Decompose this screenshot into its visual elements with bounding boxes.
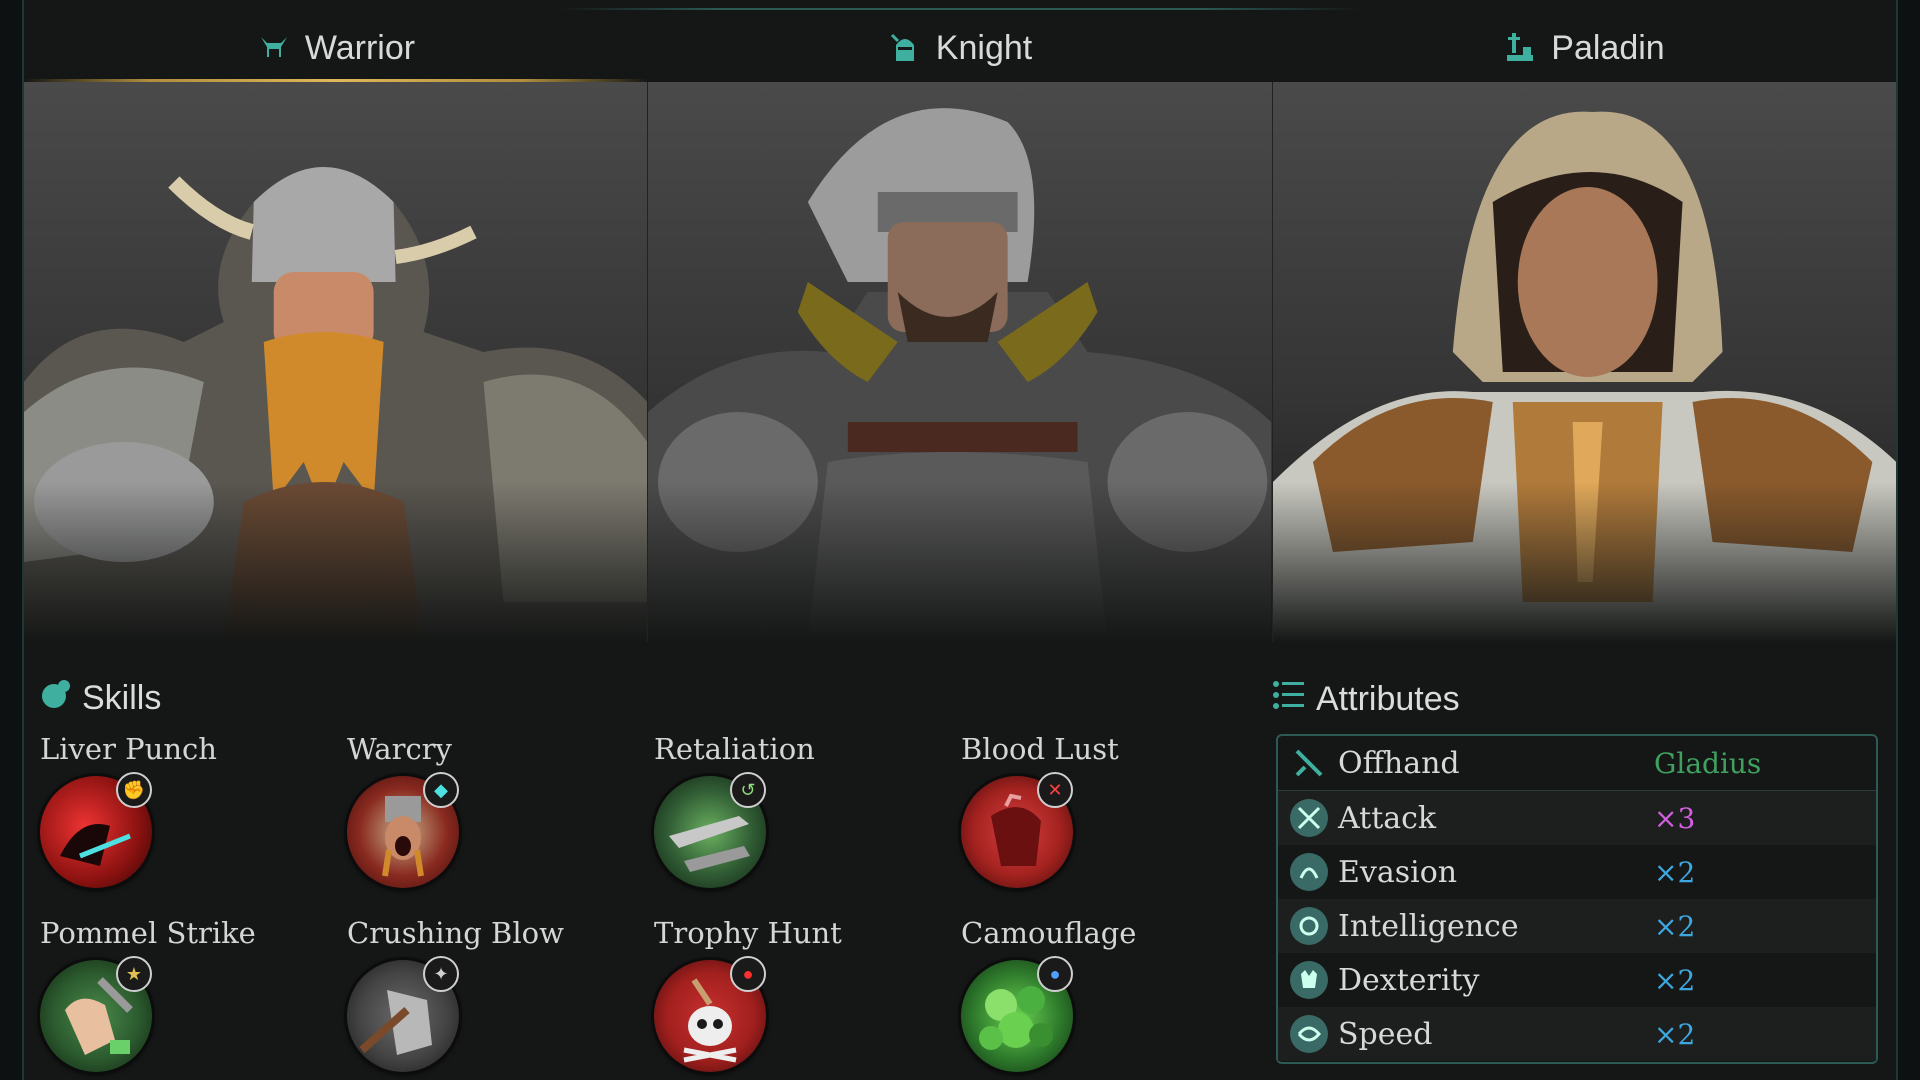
- paladin-portrait[interactable]: [1272, 82, 1896, 642]
- skill-name: Blood Lust: [961, 732, 1119, 766]
- evasion-icon: [1290, 853, 1328, 891]
- water-drop-badge-icon: ●: [1037, 956, 1073, 992]
- speed-icon: [1290, 1015, 1328, 1053]
- mind-badge-icon: ◆: [423, 772, 459, 808]
- attribute-row-offhand: Offhand Gladius: [1278, 736, 1876, 790]
- skills-icon: [40, 678, 72, 719]
- class-tabs: Warrior Knight Paladin: [24, 14, 1896, 82]
- dexterity-icon: [1290, 961, 1328, 999]
- top-divider: [560, 8, 1360, 10]
- attribute-label: Speed: [1338, 1016, 1433, 1052]
- skill-crushing-blow[interactable]: Crushing Blow ✦: [347, 916, 647, 1076]
- skill-name: Warcry: [347, 732, 452, 766]
- attribute-label: Attack: [1338, 800, 1437, 836]
- knight-portrait[interactable]: [648, 82, 1273, 642]
- skill-name: Trophy Hunt: [654, 916, 842, 950]
- attribute-label: Intelligence: [1338, 908, 1519, 944]
- attack-icon: [1290, 799, 1328, 837]
- skill-name: Camouflage: [961, 916, 1137, 950]
- class-portraits: [24, 82, 1896, 642]
- attribute-value: ×2: [1654, 963, 1696, 997]
- attributes-header: Attributes: [1272, 678, 1460, 721]
- attributes-title: Attributes: [1316, 680, 1460, 718]
- skill-trophy-hunt[interactable]: Trophy Hunt ●: [654, 916, 954, 1076]
- attribute-row-evasion: Evasion ×2: [1278, 845, 1876, 899]
- strength-badge-icon: ✊: [116, 772, 152, 808]
- skill-name: Liver Punch: [40, 732, 217, 766]
- offhand-icon: [1290, 744, 1328, 782]
- attribute-row-intelligence: Intelligence ×2: [1278, 899, 1876, 953]
- attribute-label: Offhand: [1338, 745, 1460, 781]
- tab-label: Warrior: [304, 28, 416, 67]
- attribute-value: Gladius: [1654, 746, 1762, 780]
- sword-anvil-icon: [1503, 31, 1537, 65]
- attributes-table: Offhand Gladius Attack ×3 Evasion ×2 Int…: [1276, 734, 1878, 1064]
- attribute-label: Dexterity: [1338, 962, 1480, 998]
- skills-title: Skills: [82, 679, 162, 717]
- attribute-value: ×2: [1654, 909, 1696, 943]
- helmet-horned-icon: [257, 31, 291, 65]
- tab-knight[interactable]: Knight: [648, 14, 1272, 82]
- crush-badge-icon: ✦: [423, 956, 459, 992]
- attribute-label: Evasion: [1338, 854, 1458, 890]
- skill-name: Crushing Blow: [347, 916, 564, 950]
- attribute-value: ×3: [1654, 801, 1696, 835]
- attribute-value: ×2: [1654, 855, 1696, 889]
- skill-retaliation[interactable]: Retaliation ↺: [654, 732, 954, 892]
- knight-helmet-icon: [888, 31, 922, 65]
- attribute-row-speed: Speed ×2: [1278, 1007, 1876, 1061]
- skill-name: Retaliation: [654, 732, 815, 766]
- tab-label: Paladin: [1551, 28, 1665, 67]
- intelligence-icon: [1290, 907, 1328, 945]
- attribute-value: ×2: [1654, 1017, 1696, 1051]
- blood-drop-badge-icon: ●: [730, 956, 766, 992]
- skill-liver-punch[interactable]: Liver Punch ✊: [40, 732, 340, 892]
- skill-warcry[interactable]: Warcry ◆: [347, 732, 647, 892]
- skills-header: Skills: [40, 678, 161, 719]
- attribute-row-dexterity: Dexterity ×2: [1278, 953, 1876, 1007]
- attribute-row-attack: Attack ×3: [1278, 791, 1876, 845]
- warrior-portrait[interactable]: [24, 82, 649, 642]
- stun-badge-icon: ★: [116, 956, 152, 992]
- bleed-badge-icon: ✕: [1037, 772, 1073, 808]
- skill-blood-lust[interactable]: Blood Lust ✕: [961, 732, 1261, 892]
- tab-paladin[interactable]: Paladin: [1272, 14, 1896, 82]
- skill-camouflage[interactable]: Camouflage ●: [961, 916, 1261, 1076]
- skill-name: Pommel Strike: [40, 916, 256, 950]
- tab-label: Knight: [935, 28, 1033, 67]
- tab-warrior[interactable]: Warrior: [24, 14, 648, 82]
- reflect-badge-icon: ↺: [730, 772, 766, 808]
- skill-pommel-strike[interactable]: Pommel Strike ★: [40, 916, 340, 1076]
- list-icon: [1272, 678, 1306, 721]
